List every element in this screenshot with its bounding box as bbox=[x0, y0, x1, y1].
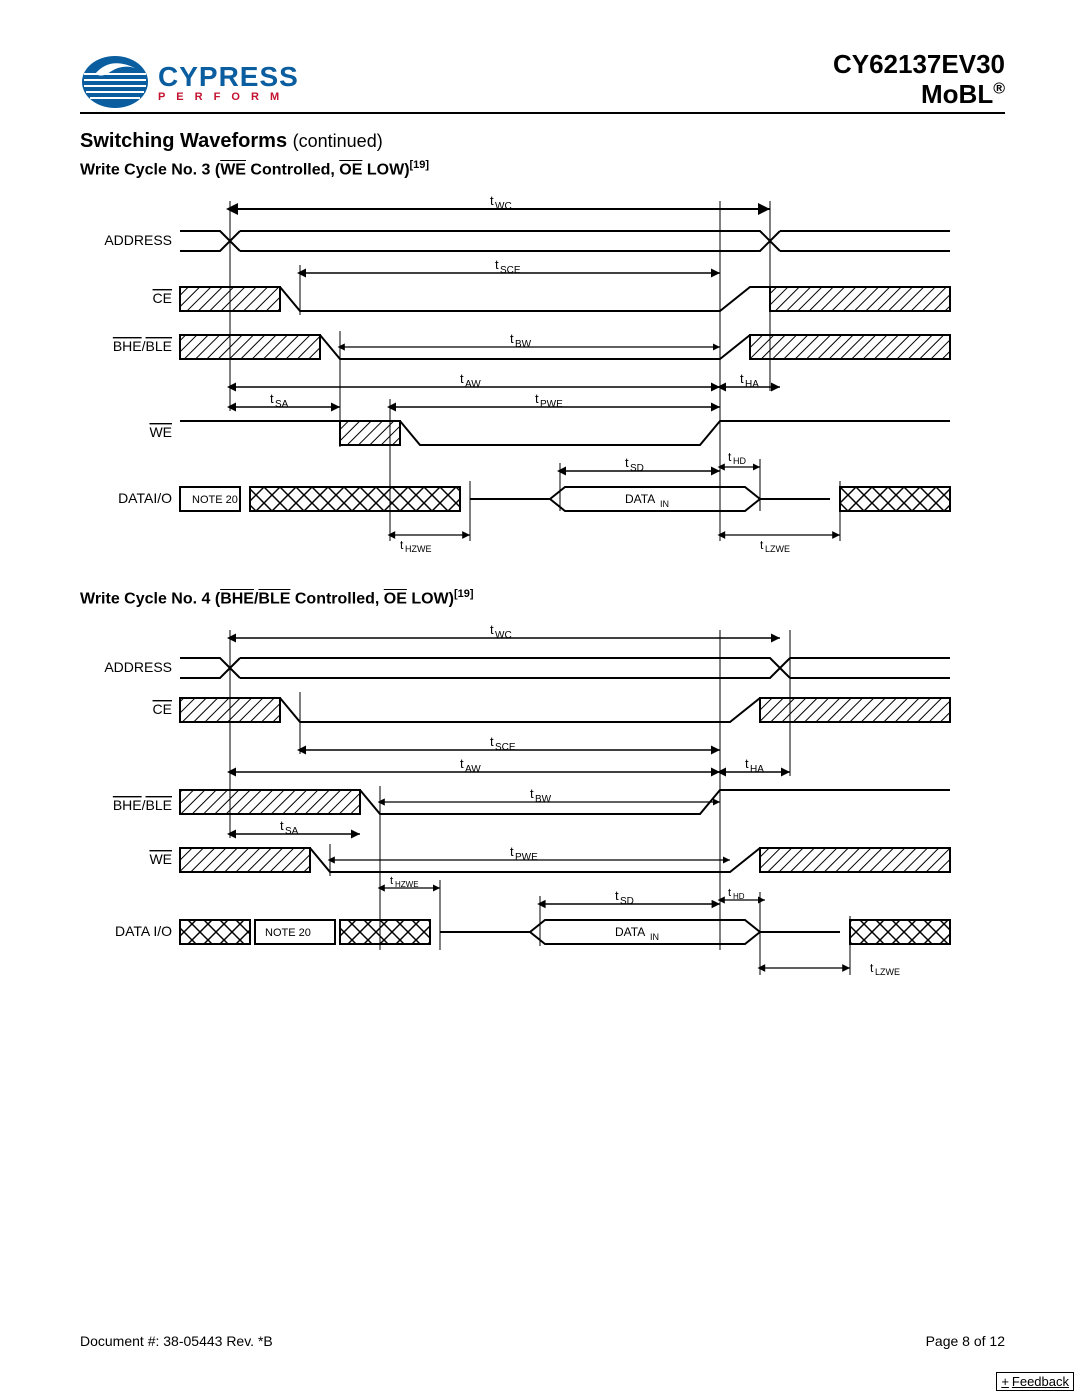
svg-text:NOTE 20: NOTE 20 bbox=[192, 494, 238, 506]
svg-text:t: t bbox=[390, 875, 393, 887]
section-title: Switching Waveforms (continued) bbox=[80, 130, 1005, 153]
svg-text:AW: AW bbox=[465, 379, 481, 390]
svg-text:t: t bbox=[270, 391, 274, 406]
signal-address: ADDRESS bbox=[104, 232, 172, 248]
svg-text:t: t bbox=[460, 371, 464, 386]
plus-icon: + bbox=[1001, 1374, 1009, 1389]
svg-text:t: t bbox=[728, 887, 731, 899]
page-footer: Document #: 38-05443 Rev. *B Page 8 of 1… bbox=[80, 1333, 1005, 1349]
svg-text:WE: WE bbox=[149, 424, 172, 440]
svg-text:CE: CE bbox=[153, 701, 172, 717]
page-header: CYPRESS P E R F O R M CY62137EV30 MoBL® bbox=[80, 50, 1005, 114]
svg-text:AW: AW bbox=[465, 764, 481, 775]
wf4-title: Write Cycle No. 4 (BHE/BLE Controlled, O… bbox=[80, 588, 1005, 608]
svg-text:BW: BW bbox=[535, 794, 552, 805]
svg-text:t: t bbox=[510, 331, 514, 346]
svg-text:HA: HA bbox=[750, 764, 764, 775]
svg-text:WC: WC bbox=[495, 630, 512, 641]
label-twc: WC bbox=[495, 201, 512, 212]
svg-text:t: t bbox=[490, 622, 494, 637]
svg-text:t: t bbox=[535, 391, 539, 406]
svg-text:ADDRESS: ADDRESS bbox=[104, 659, 172, 675]
svg-text:t: t bbox=[510, 844, 514, 859]
svg-text:IN: IN bbox=[650, 932, 659, 942]
svg-text:t: t bbox=[400, 538, 404, 552]
svg-text:PWE: PWE bbox=[540, 399, 563, 410]
svg-text:SA: SA bbox=[275, 399, 289, 410]
svg-text:PWE: PWE bbox=[515, 852, 538, 863]
svg-text:SD: SD bbox=[630, 463, 644, 474]
svg-text:SD: SD bbox=[620, 896, 634, 907]
svg-text:SCE: SCE bbox=[495, 742, 516, 753]
part-line1: CY62137EV30 bbox=[833, 50, 1005, 80]
svg-text:WE: WE bbox=[149, 851, 172, 867]
feedback-button[interactable]: + Feedback bbox=[996, 1372, 1074, 1391]
part-number: CY62137EV30 MoBL® bbox=[833, 50, 1005, 110]
document-number: Document #: 38-05443 Rev. *B bbox=[80, 1333, 273, 1349]
svg-text:LZWE: LZWE bbox=[875, 967, 900, 977]
svg-text:t: t bbox=[495, 257, 499, 272]
svg-text:t: t bbox=[490, 734, 494, 749]
svg-text:NOTE 20: NOTE 20 bbox=[265, 927, 311, 939]
brand-logo: CYPRESS P E R F O R M bbox=[80, 54, 299, 110]
wf3-title: Write Cycle No. 3 (WE Controlled, OE LOW… bbox=[80, 159, 1005, 179]
svg-text:BHE/BLE: BHE/BLE bbox=[113, 338, 172, 354]
wf3-diagram: tWC ADDRESS tSCE CE BHE/BLE tBW bbox=[80, 191, 1005, 566]
svg-text:CE: CE bbox=[153, 290, 172, 306]
svg-text:t: t bbox=[728, 450, 732, 464]
svg-text:DATA: DATA bbox=[615, 925, 645, 939]
cypress-logo-icon bbox=[80, 54, 150, 110]
svg-text:t: t bbox=[740, 371, 744, 386]
svg-text:LZWE: LZWE bbox=[765, 544, 790, 554]
svg-text:t: t bbox=[745, 756, 749, 771]
svg-text:t: t bbox=[870, 961, 874, 975]
wf4-diagram: tWC ADDRESS CE tSCE tAW tHA BHE/BLE bbox=[80, 620, 1005, 1005]
brand-name: CYPRESS bbox=[158, 61, 299, 93]
svg-text:BW: BW bbox=[515, 339, 532, 350]
svg-text:DATA I/O: DATA I/O bbox=[115, 923, 172, 939]
svg-text:t: t bbox=[760, 538, 764, 552]
svg-text:DATAI/O: DATAI/O bbox=[118, 490, 172, 506]
svg-text:HA: HA bbox=[745, 379, 759, 390]
brand-tagline: P E R F O R M bbox=[158, 91, 299, 103]
svg-text:SCE: SCE bbox=[500, 265, 521, 276]
svg-text:DATA: DATA bbox=[625, 492, 655, 506]
part-line2: MoBL® bbox=[833, 80, 1005, 110]
svg-text:IN: IN bbox=[660, 499, 669, 509]
svg-text:t: t bbox=[625, 455, 629, 470]
svg-text:HD: HD bbox=[733, 456, 746, 466]
svg-text:t: t bbox=[615, 888, 619, 903]
feedback-label: Feedback bbox=[1012, 1374, 1069, 1389]
svg-text:t: t bbox=[280, 818, 284, 833]
svg-text:t: t bbox=[490, 193, 494, 208]
page-number: Page 8 of 12 bbox=[926, 1333, 1005, 1349]
svg-text:HZWE: HZWE bbox=[395, 880, 419, 889]
svg-text:HZWE: HZWE bbox=[405, 544, 432, 554]
svg-text:BHE/BLE: BHE/BLE bbox=[113, 797, 172, 813]
svg-text:t: t bbox=[460, 756, 464, 771]
svg-text:HD: HD bbox=[733, 892, 745, 901]
svg-text:SA: SA bbox=[285, 826, 299, 837]
svg-text:t: t bbox=[530, 786, 534, 801]
